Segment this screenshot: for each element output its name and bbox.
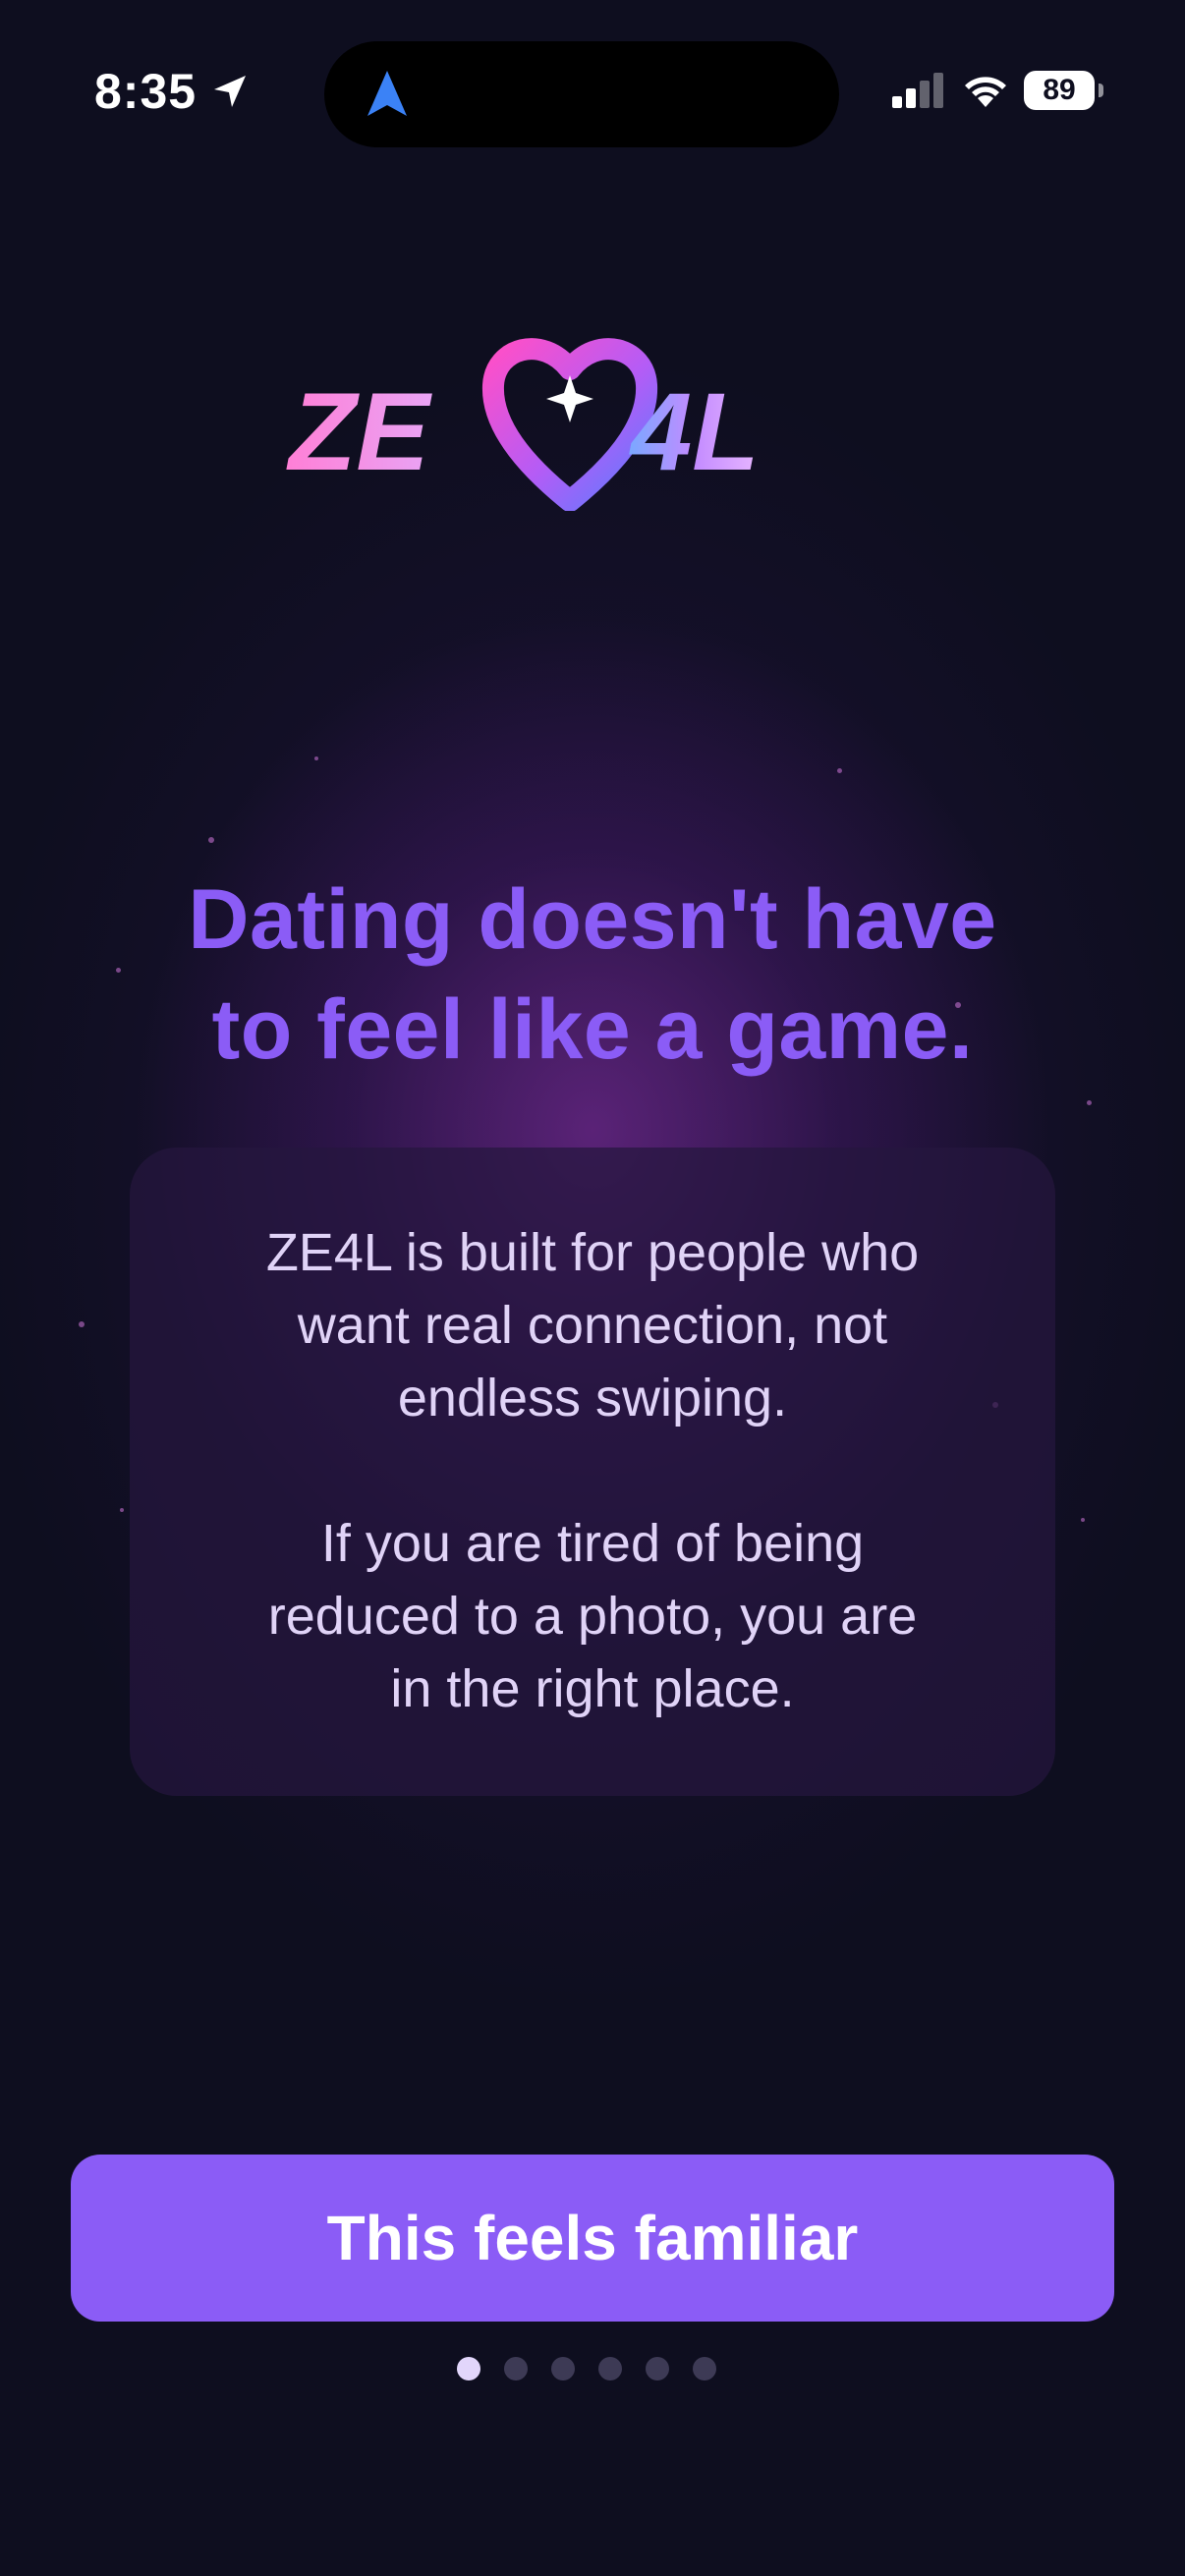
sparkle-particle: [1087, 1100, 1092, 1105]
status-time-group: 8:35: [94, 63, 250, 120]
card-p1-line-2: want real connection, not: [297, 1296, 888, 1355]
page-dot-4[interactable]: [598, 2357, 622, 2380]
page-dot-3[interactable]: [551, 2357, 575, 2380]
card-p2-line-1: If you are tired of being: [320, 1514, 865, 1573]
ze4l-logo: ZE 4L: [286, 338, 760, 511]
battery-tip: [1099, 84, 1103, 97]
battery-icon: 89: [1024, 71, 1103, 110]
location-arrow-icon: [214, 76, 247, 107]
card-paragraph-2: If you are tired of being reduced to a p…: [130, 1507, 1055, 1725]
page-dot-2[interactable]: [504, 2357, 528, 2380]
card-p1-line-1: ZE4L is built for people who: [265, 1223, 920, 1282]
dynamic-island: [324, 41, 839, 147]
intro-card: ZE4L is built for people who want real c…: [130, 1148, 1055, 1796]
card-p2-line-3: in the right place.: [390, 1659, 795, 1718]
navigation-icon: [367, 71, 407, 116]
page-dot-1-active[interactable]: [457, 2357, 480, 2380]
logo-text-4l: 4L: [629, 370, 760, 493]
heart-logo-icon: [481, 338, 658, 511]
headline-line-1: Dating doesn't have: [188, 872, 997, 967]
logo-text-ze: ZE: [286, 370, 432, 493]
card-p2-line-2: reduced to a photo, you are: [267, 1587, 918, 1646]
headline-line-2: to feel like a game.: [211, 982, 974, 1077]
sparkle-particle: [837, 768, 842, 773]
page-dot-5[interactable]: [646, 2357, 669, 2380]
headline: Dating doesn't have to feel like a game.: [88, 865, 1097, 1085]
battery-level: 89: [1043, 74, 1076, 106]
sparkle-particle: [208, 837, 214, 843]
card-p1-line-3: endless swiping.: [397, 1369, 788, 1428]
status-right-icons: 89: [890, 71, 1103, 110]
sparkle-particle: [1081, 1518, 1085, 1522]
sparkle-particle: [120, 1508, 124, 1512]
status-time: 8:35: [94, 64, 198, 119]
cellular-signal-icon: [892, 73, 943, 108]
sparkle-particle: [314, 756, 318, 760]
wifi-icon: [965, 77, 1006, 107]
sparkle-particle: [79, 1321, 85, 1327]
pagination-dots: [0, 2357, 1179, 2380]
status-bar: 8:35 89: [0, 0, 1185, 177]
page-dot-6[interactable]: [693, 2357, 716, 2380]
this-feels-familiar-button[interactable]: This feels familiar: [71, 2155, 1114, 2322]
card-paragraph-1: ZE4L is built for people who want real c…: [130, 1216, 1055, 1434]
